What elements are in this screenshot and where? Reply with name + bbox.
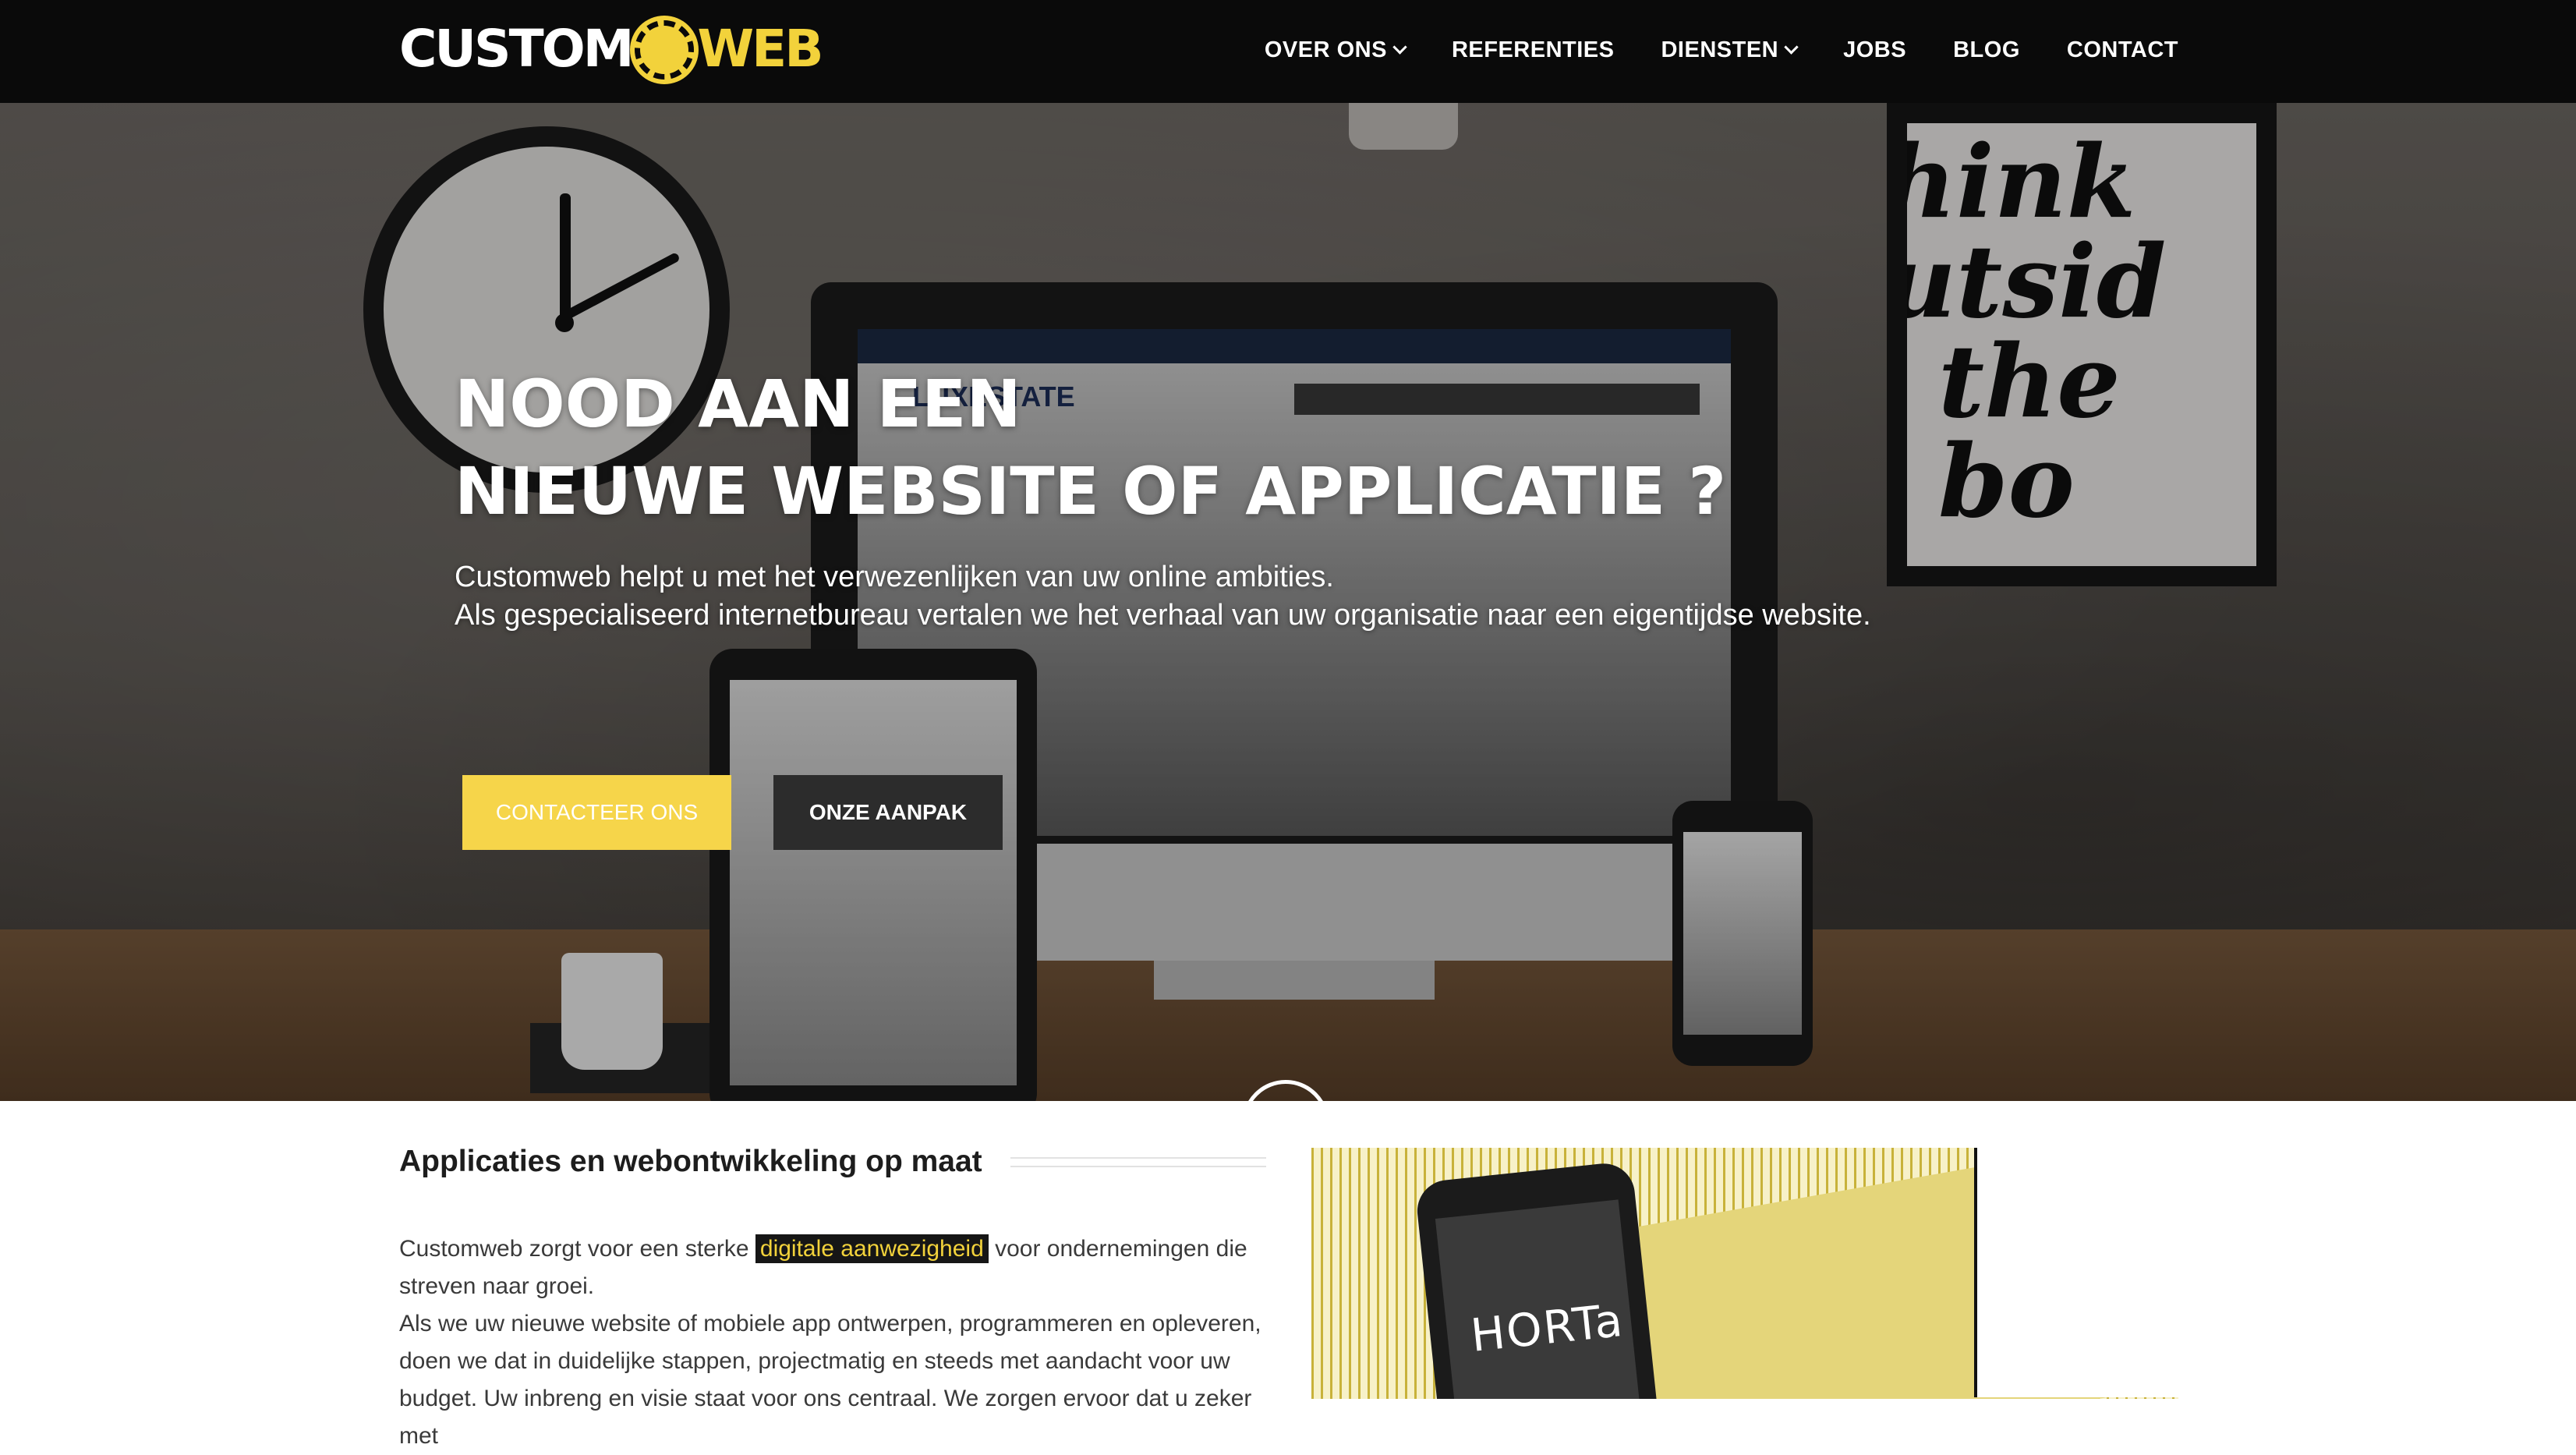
horta-logo-text: HORTa [1468,1294,1626,1362]
gear-icon [635,20,694,80]
contact-button[interactable]: CONTACTEER ONS [462,775,731,850]
intro-paragraph: Customweb zorgt voor een sterke digitale… [399,1230,1265,1455]
hand-drawing-illustration [1974,1148,2178,1397]
intro-paragraph-3: budget. Uw inbreng en visie staat voor o… [399,1380,1265,1455]
hero-title-line1: NOOD AAN EEN [455,366,1021,442]
hero-title: NOOD AAN EEN NIEUWE WEBSITE OF APPLICATI… [455,360,2014,535]
nav-item-contact[interactable]: CONTACT [2067,37,2178,63]
approach-button[interactable]: ONZE AANPAK [773,775,1003,850]
nav-item-label: JOBS [1843,37,1906,63]
heading-divider [1010,1157,1266,1167]
nav-item-referenties[interactable]: REFERENTIES [1452,37,1615,63]
intro-paragraph-1: Customweb zorgt voor een sterke digitale… [399,1230,1265,1305]
chevron-down-icon [1784,40,1798,54]
hero-subtitle-line2: Als gespecialiseerd internetbureau verta… [455,599,1871,632]
nav-item-label: REFERENTIES [1452,37,1615,63]
horta-project-illustration: HORTa [1311,1148,2178,1399]
nav-item-label: BLOG [1953,37,2020,63]
hand-holding-phone: HORTa [1414,1160,1661,1399]
hero-subtitle-line1: Customweb helpt u met het verwezenlijken… [455,561,1334,593]
nav-item-diensten[interactable]: DIENSTEN [1661,37,1796,63]
nav-item-label: CONTACT [2067,37,2178,63]
hero-buttons: CONTACTEER ONS ONZE AANPAK [462,775,1003,850]
logo-text-custom: CUSTOM [399,19,632,79]
nav-item-label: OVER ONS [1265,37,1387,63]
hero-subtitle: Customweb helpt u met het verwezenlijken… [455,558,2014,635]
intro-text: Customweb zorgt voor een sterke [399,1236,749,1262]
section-heading: Applicaties en webontwikkeling op maat [399,1145,982,1179]
hero-section: hink utsid the bo LUXESTATE NOOD AAN EEN… [0,103,2576,1101]
intro-paragraph-2: Als we uw nieuwe website of mobiele app … [399,1305,1265,1380]
nav-item-over-ons[interactable]: OVER ONS [1265,37,1405,63]
nav-item-label: DIENSTEN [1661,37,1778,63]
nav-item-blog[interactable]: BLOG [1953,37,2020,63]
hero-title-line2: NIEUWE WEBSITE OF APPLICATIE ? [455,453,1726,529]
customweb-logo[interactable]: CUSTOM WEB [399,20,822,76]
chevron-down-icon [1392,40,1407,54]
main-nav: OVER ONS REFERENTIES DIENSTEN JOBS BLOG … [1265,0,2178,100]
nav-item-jobs[interactable]: JOBS [1843,37,1906,63]
top-navbar: CUSTOM WEB OVER ONS REFERENTIES DIENSTEN… [0,0,2576,103]
logo-text-web: WEB [697,19,821,79]
intro-heading-row: Applicaties en webontwikkeling op maat [399,1145,1266,1179]
phone-screen: HORTa [1435,1199,1643,1399]
highlighted-keyword: digitale aanwezigheid [755,1234,989,1263]
hero-text-block: NOOD AAN EEN NIEUWE WEBSITE OF APPLICATI… [455,360,2014,635]
